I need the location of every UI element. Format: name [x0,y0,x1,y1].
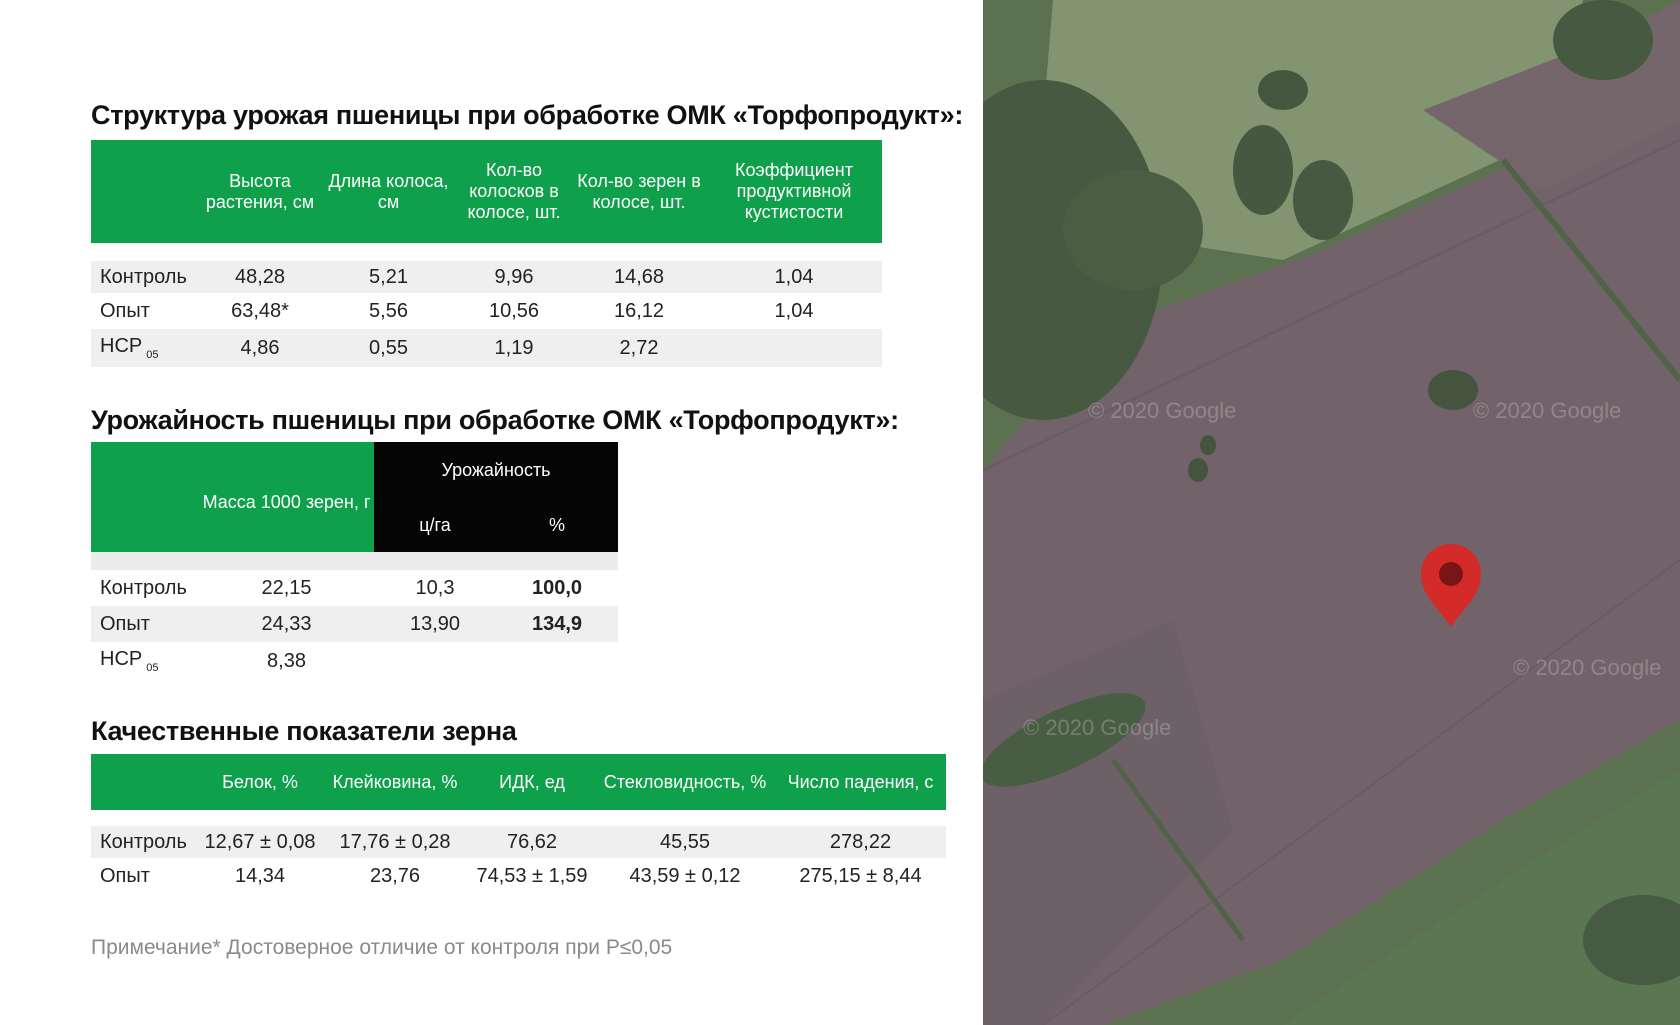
table-row: Опыт 63,48* 5,56 10,56 16,12 1,04 [91,293,882,329]
header-protein: Белок, % [199,754,321,810]
table-row: НСР 05 8,38 [91,642,618,680]
yield-structure-title: Структура урожая пшеницы при обработке О… [91,100,964,130]
pin-center [1439,562,1463,586]
header-vitreousness: Стекловидность, % [595,754,775,810]
cell-value: 278,22 [775,826,946,858]
row-label: Опыт [100,299,150,322]
row-label: Контроль [100,576,187,599]
table-row: Контроль 12,67 ± 0,08 17,76 ± 0,28 76,62… [91,826,946,858]
table-row: Опыт 14,34 23,76 74,53 ± 1,59 43,59 ± 0,… [91,858,946,894]
cell-value: 16,12 [613,299,665,322]
map-watermark: © 2020 Google [1513,655,1661,680]
cell-value: 14,34 [234,864,286,887]
cell-value: 48,28 [199,261,321,293]
cell-value: 74,53 ± 1,59 [476,864,588,887]
content-panel: Структура урожая пшеницы при обработке О… [0,0,983,1025]
footnote: Примечание* Достоверное отличие от контр… [91,936,673,959]
table-row: Опыт 24,33 13,90 134,9 [91,606,618,642]
header-unit-cwt-ha: ц/га [374,498,496,552]
header-unit-percent: % [496,498,618,552]
cell-value: 22,15 [261,576,312,599]
cell-value: 12,67 ± 0,08 [199,826,321,858]
header-label-cell [91,442,199,552]
cell-value: 10,3 [415,576,455,599]
row-label: Контроль [91,261,199,293]
yield-structure-table: Высота растения, см Длина колоса, см Кол… [91,140,882,367]
row-label-subscript: 05 [146,349,159,361]
grain-quality-table: Белок, % Клейковина, % ИДК, ед Стекловид… [91,754,946,894]
cell-value: 1,04 [706,261,882,293]
cell-value [374,642,496,680]
row-label: НСР 05 [91,329,199,367]
cell-value [706,329,882,367]
header-falling-number: Число падения, с [775,754,946,810]
cell-value: 13,90 [374,606,496,642]
header-spikelets-count: Кол-во колосков в колосе, шт. [456,140,572,243]
row-label: НСР 05 [100,648,159,674]
map-watermark: © 2020 Google [1473,398,1621,423]
cell-value: 43,59 ± 0,12 [629,864,741,887]
cell-value: 1,04 [774,299,814,322]
map-watermark: © 2020 Google [1023,715,1171,740]
header-label-cell [91,140,199,243]
cell-value: 45,55 [595,826,775,858]
cell-value: 4,86 [199,329,321,367]
cell-value: 0,55 [321,329,456,367]
cell-value: 23,76 [369,864,421,887]
header-grain-mass: Масса 1000 зерен, г [199,442,374,552]
cell-value: 1,19 [456,329,572,367]
cell-value: 5,21 [321,261,456,293]
cell-value: 100,0 [531,576,583,599]
grain-quality-title: Качественные показатели зерна [91,716,517,746]
header-spike-length: Длина колоса, см [321,140,456,243]
cell-value: 2,72 [572,329,706,367]
satellite-map-image: © 2020 Google © 2020 Google © 2020 Googl… [983,0,1680,1025]
header-yield: Урожайность [374,442,618,498]
header-idk: ИДК, ед [469,754,595,810]
texture-overlay [983,0,1680,1025]
row-label: Опыт [100,864,150,887]
satellite-map[interactable]: © 2020 Google © 2020 Google © 2020 Googl… [983,0,1680,1025]
header-label-cell [91,754,199,810]
header-gluten: Клейковина, % [321,754,469,810]
map-watermark: © 2020 Google [1088,398,1236,423]
yield-title: Урожайность пшеницы при обработке ОМК «Т… [91,405,899,435]
cell-value: 17,76 ± 0,28 [321,826,469,858]
header-tillering-coefficient: Коэффициент продуктивной кустистости [706,140,882,243]
table-row: Контроль 22,15 10,3 100,0 [91,570,618,606]
cell-value: 63,48* [231,299,289,322]
cell-value: 24,33 [199,606,374,642]
cell-value [496,642,618,680]
table-row: Контроль 48,28 5,21 9,96 14,68 1,04 [91,261,882,293]
row-label: Опыт [91,606,199,642]
header-grains-count: Кол-во зерен в колосе, шт. [572,140,706,243]
cell-value: 8,38 [267,649,306,672]
cell-value: 9,96 [456,261,572,293]
row-label: Контроль [91,826,199,858]
cell-value: 10,56 [488,299,540,322]
yield-table: Масса 1000 зерен, г Урожайность ц/га % К… [91,442,618,680]
cell-value: 275,15 ± 8,44 [799,864,922,887]
row-label-subscript: 05 [146,662,159,674]
cell-value: 76,62 [469,826,595,858]
table-row: НСР 05 4,86 0,55 1,19 2,72 [91,329,882,367]
cell-value: 134,9 [496,606,618,642]
cell-value: 14,68 [572,261,706,293]
cell-value: 5,56 [369,299,408,322]
header-plant-height: Высота растения, см [199,140,321,243]
